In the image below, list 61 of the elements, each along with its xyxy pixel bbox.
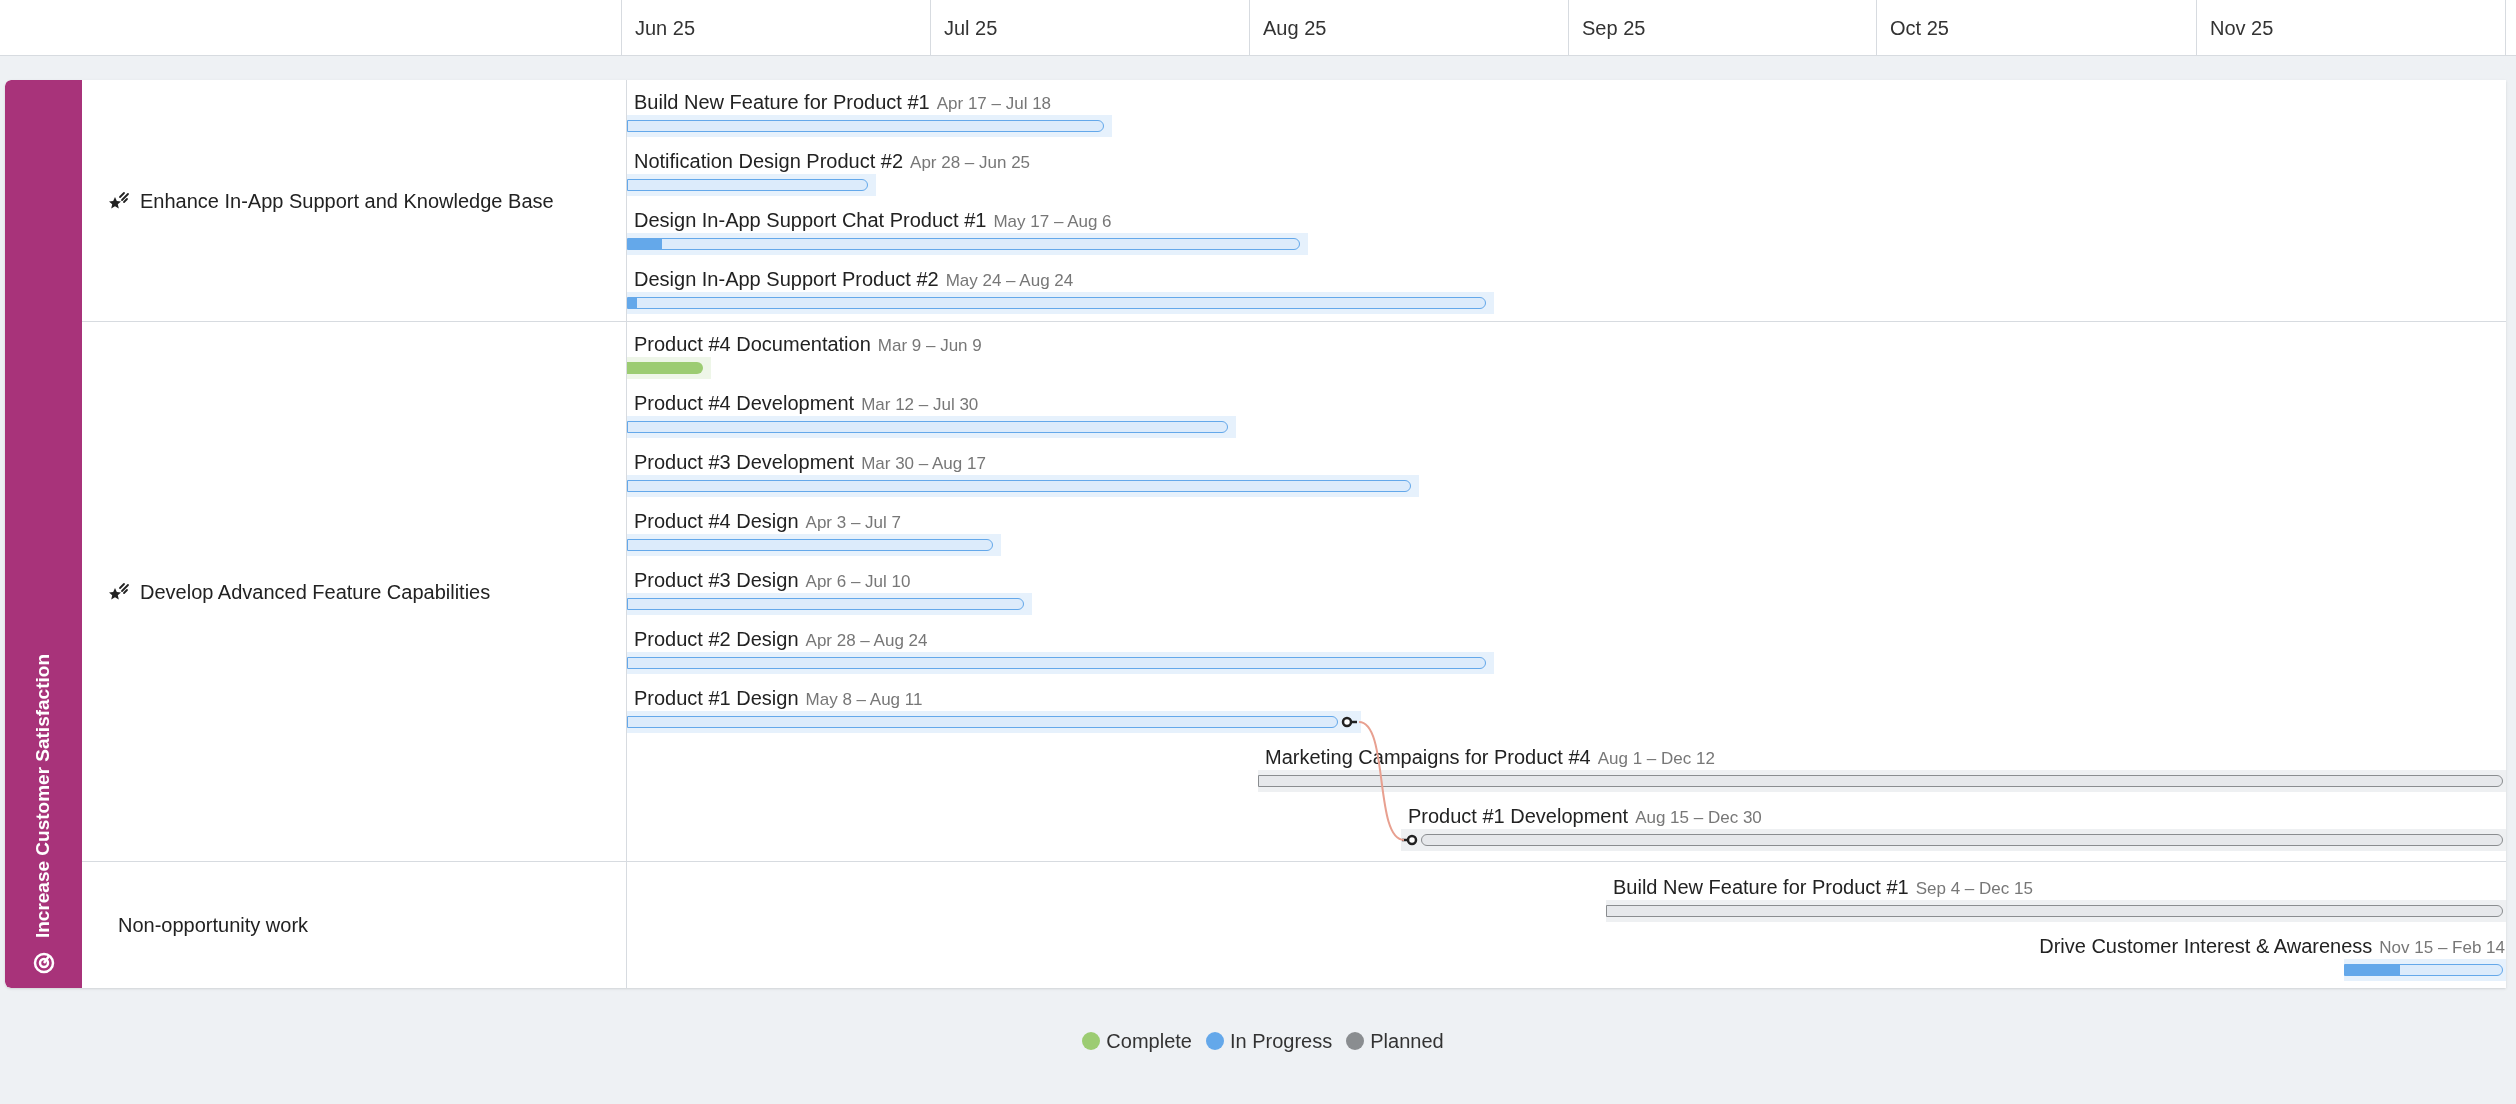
task-name: Product #4 Documentation (634, 332, 871, 357)
task-name: Marketing Campaigns for Product #4 (1265, 745, 1591, 770)
task-bar[interactable] (627, 115, 1112, 137)
task-dates: Mar 9 – Jun 9 (877, 335, 982, 357)
task-dates: Mar 12 – Jul 30 (861, 394, 979, 416)
task-bar[interactable] (1606, 900, 2506, 922)
task-bar[interactable] (627, 357, 711, 379)
task-bar[interactable] (627, 593, 1032, 615)
legend-label: Complete (1106, 1029, 1192, 1054)
group-name: Non-opportunity work (117, 913, 309, 938)
task-bar[interactable] (627, 174, 876, 196)
task-dates: May 24 – Aug 24 (945, 270, 1074, 292)
group-name: Enhance In-App Support and Knowledge Base (140, 188, 554, 214)
shooting-star-icon (108, 190, 130, 211)
task-name: Design In-App Support Product #2 (634, 267, 939, 292)
month-label: Jul 25 (944, 15, 998, 41)
task-dates: Apr 28 – Aug 24 (805, 630, 928, 652)
task-name: Product #4 Development (634, 391, 855, 416)
goal-title: Increase Customer Satisfaction (31, 653, 55, 938)
task-dates: Nov 15 – Feb 14 (2379, 937, 2505, 959)
group-name: Develop Advanced Feature Capabilities (140, 579, 491, 605)
link-handle-icon[interactable] (1402, 834, 1418, 846)
task-name: Notification Design Product #2 (634, 149, 904, 174)
task-dates: Sep 4 – Dec 15 (1915, 878, 2033, 900)
task-name: Drive Customer Interest & Awareness (2039, 934, 2373, 959)
task-bar[interactable] (627, 292, 1494, 314)
task-bar[interactable] (2344, 959, 2506, 981)
month-label: Jun 25 (635, 15, 696, 41)
task-dates: Apr 28 – Jun 25 (910, 152, 1031, 174)
task-bar[interactable] (1258, 770, 2506, 792)
task-bar[interactable] (627, 652, 1494, 674)
month-label: Aug 25 (1263, 15, 1327, 41)
task-dates: May 8 – Aug 11 (805, 689, 923, 711)
shooting-star-icon (108, 581, 130, 602)
task-dates: May 17 – Aug 6 (993, 211, 1112, 233)
task-name: Product #1 Development (1408, 804, 1629, 829)
task-name: Product #3 Development (634, 450, 855, 475)
month-label: Sep 25 (1582, 15, 1646, 41)
task-name: Product #2 Design (634, 627, 799, 652)
task-name: Build New Feature for Product #1 (1613, 875, 1909, 900)
task-name: Design In-App Support Chat Product #1 (634, 208, 987, 233)
task-bar[interactable] (627, 475, 1419, 497)
legend-label: Planned (1370, 1029, 1444, 1054)
task-dates: Mar 30 – Aug 17 (861, 453, 986, 475)
task-dates: Apr 6 – Jul 10 (805, 571, 911, 593)
task-dates: Apr 17 – Jul 18 (936, 93, 1052, 115)
target-icon (32, 952, 55, 974)
task-dates: Aug 15 – Dec 30 (1635, 807, 1762, 829)
task-bar[interactable] (627, 416, 1236, 438)
task-name: Product #4 Design (634, 509, 799, 534)
task-dates: Apr 3 – Jul 7 (805, 512, 901, 534)
task-dates: Aug 1 – Dec 12 (1597, 748, 1715, 770)
task-name: Product #3 Design (634, 568, 799, 593)
task-bar[interactable] (627, 233, 1308, 255)
legend-label: In Progress (1229, 1029, 1333, 1054)
task-name: Product #1 Design (634, 686, 799, 711)
month-label: Oct 25 (1890, 15, 1949, 41)
link-handle-icon[interactable] (1341, 716, 1357, 728)
month-label: Nov 25 (2210, 15, 2274, 41)
task-bar[interactable] (627, 534, 1001, 556)
task-name: Build New Feature for Product #1 (634, 90, 930, 115)
